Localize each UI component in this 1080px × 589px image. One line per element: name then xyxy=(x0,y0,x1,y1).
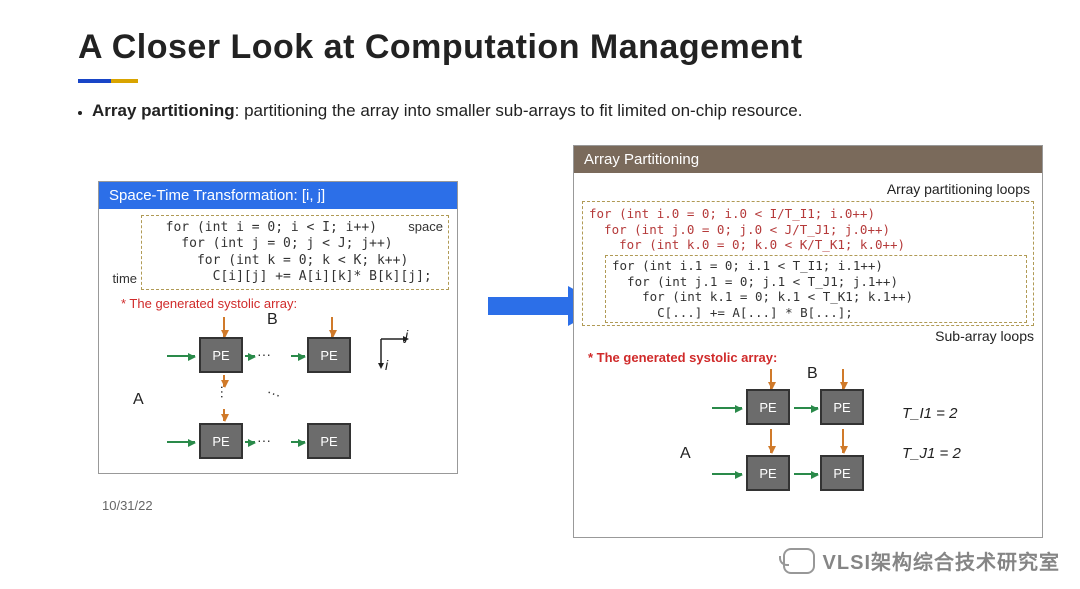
arrow-down-icon xyxy=(770,429,772,453)
pe-cell: PE xyxy=(820,455,864,491)
right-caption: * The generated systolic array: xyxy=(588,350,1034,365)
panel-space-time: Space-Time Transformation: [i, j] for (i… xyxy=(98,181,458,474)
ellipsis-icon: ··· xyxy=(257,432,271,448)
axis-ij: j i xyxy=(375,333,415,373)
slide-title: A Closer Look at Computation Management xyxy=(78,28,1010,67)
ellipsis-diag-icon: ··· xyxy=(265,383,284,403)
arrow-right-icon xyxy=(291,441,305,443)
pe-cell: PE xyxy=(746,455,790,491)
pe-cell: PE xyxy=(307,423,351,459)
arrow-right-icon xyxy=(245,355,255,357)
pe-grid-left: B A PE PE PE PE ··· ··· ··· ··· xyxy=(107,313,449,463)
label-B: B xyxy=(807,365,818,383)
arrow-down-icon xyxy=(331,317,333,337)
bullet-row: Array partitioning: partitioning the arr… xyxy=(78,101,1010,121)
label-A: A xyxy=(680,445,691,463)
watermark-text: VLSI架构综合技术研究室 xyxy=(823,546,1060,575)
arrow-right-icon xyxy=(291,355,305,357)
panel-right-header: Array Partitioning xyxy=(574,146,1042,173)
caption-outer-loops: Array partitioning loops xyxy=(582,179,1034,201)
arrow-right-icon xyxy=(245,441,255,443)
pe-grid-right: B A PE PE PE PE T_I1 = 2 T_J1 = 2 xyxy=(582,367,1034,527)
label-A: A xyxy=(133,391,144,409)
label-TI1: T_I1 = 2 xyxy=(902,405,957,422)
bullet-rest: : partitioning the array into smaller su… xyxy=(235,101,803,120)
bullet-text: Array partitioning: partitioning the arr… xyxy=(92,101,802,121)
axis-i-label: i xyxy=(385,357,388,373)
pe-cell: PE xyxy=(199,423,243,459)
bullet-dot xyxy=(78,111,82,115)
caption-sub-loops: Sub-array loops xyxy=(582,326,1034,344)
arrow-right-icon xyxy=(712,407,742,409)
arrow-down-icon xyxy=(223,409,225,421)
label-TJ1: T_J1 = 2 xyxy=(902,445,961,462)
watermark: VLSI架构综合技术研究室 xyxy=(783,546,1060,575)
title-underline xyxy=(78,79,138,83)
arrow-down-icon xyxy=(770,369,772,389)
label-space: space xyxy=(408,219,443,234)
bullet-term: Array partitioning xyxy=(92,101,235,120)
code-partitioning: for (int i.0 = 0; i.0 < I/T_I1; i.0++) f… xyxy=(582,201,1034,326)
arrow-right-icon xyxy=(167,355,195,357)
axis-j-label: j xyxy=(405,327,408,343)
arrow-down-icon xyxy=(842,369,844,389)
label-time: time xyxy=(112,271,137,286)
pe-cell: PE xyxy=(820,389,864,425)
pe-cell: PE xyxy=(307,337,351,373)
pe-cell: PE xyxy=(746,389,790,425)
arrow-down-icon xyxy=(223,317,225,337)
left-caption: * The generated systolic array: xyxy=(121,296,449,311)
arrow-down-icon xyxy=(842,429,844,453)
footer-date: 10/31/22 xyxy=(102,498,153,513)
code-inner-loops: for (int i.1 = 0; i.1 < T_I1; i.1++) for… xyxy=(605,255,1027,324)
pe-cell: PE xyxy=(199,337,243,373)
arrow-down-icon xyxy=(223,375,225,387)
label-B: B xyxy=(267,311,278,329)
arrow-right-icon xyxy=(712,473,742,475)
arrow-right-icon xyxy=(794,407,818,409)
ellipsis-icon: ··· xyxy=(257,346,271,362)
code-space-time: for (int i = 0; i < I; i++) for (int j =… xyxy=(141,215,449,290)
arrow-right-icon xyxy=(794,473,818,475)
wechat-icon xyxy=(783,548,815,574)
panel-array-partitioning: Array Partitioning Array partitioning lo… xyxy=(573,145,1043,538)
arrow-right-icon xyxy=(167,441,195,443)
panel-left-header: Space-Time Transformation: [i, j] xyxy=(99,182,457,209)
